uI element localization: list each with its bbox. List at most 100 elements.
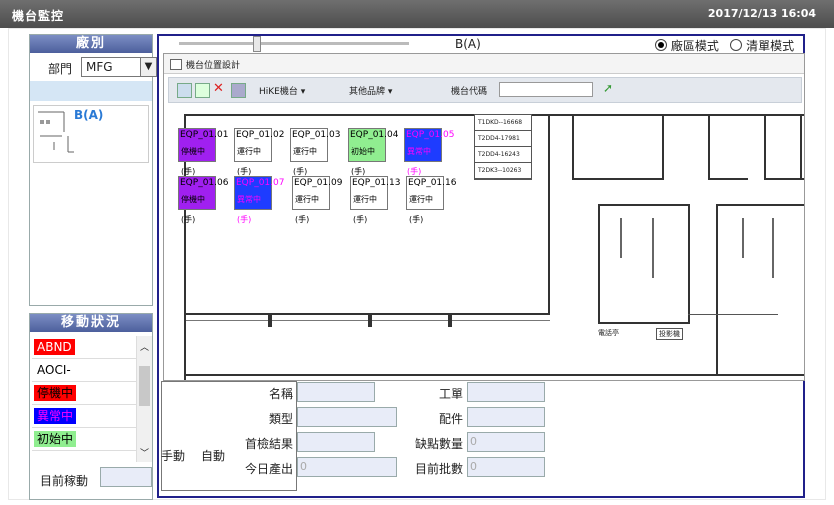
current-utilization-field[interactable]: [100, 467, 152, 487]
type-label: 類型: [268, 412, 293, 426]
machine-mode: (手): [353, 215, 368, 224]
hike-machines-menu[interactable]: HiKE機台 ▾: [259, 84, 305, 97]
movement-panel: 移動狀況 ABND AOCI- 停機中異常中初始中 ︿ ﹀ 目前稼動: [29, 313, 153, 500]
status-swatch: 異常中: [34, 408, 77, 424]
view-title: B(A): [455, 37, 481, 51]
machine-tile[interactable]: EQP_01.16 運行中: [406, 176, 456, 210]
machine-tile[interactable]: EQP_01.06 停機中: [178, 176, 228, 210]
main-view: B(A) 廠區模式 清單模式 機台位置設計 ✕ HiKE機台 ▾ 其他品牌 ▾ …: [157, 34, 805, 498]
status-legend-item: ABND: [32, 336, 136, 359]
machine-code-input[interactable]: [499, 82, 593, 97]
status-legend-item: AOCI-: [32, 359, 136, 382]
machine-tile[interactable]: EQP_01.03 運行中: [290, 128, 340, 162]
zoom-slider[interactable]: [179, 42, 409, 45]
editor-title: 機台位置設計: [186, 61, 241, 71]
selected-factory-row[interactable]: [30, 81, 152, 101]
defect-count-field[interactable]: 0: [467, 432, 545, 452]
dept-select[interactable]: MFG: [81, 57, 141, 77]
machine-code-item[interactable]: T2DD4-16243: [475, 147, 531, 163]
machine-mode: (手): [295, 215, 310, 224]
parts-field[interactable]: [467, 407, 545, 427]
thumbnail-label: B(A): [74, 108, 104, 122]
machine-tile[interactable]: EQP_01.01 停機中: [178, 128, 228, 162]
status-legend: ABND AOCI- 停機中異常中初始中: [32, 336, 136, 462]
machine-code-item[interactable]: T2DD4-17981: [475, 131, 531, 147]
machine-name: EQP_01.06: [180, 178, 229, 188]
machine-name: EQP_01.13: [352, 178, 401, 188]
movement-header: 移動狀況: [30, 314, 152, 332]
machine-tile[interactable]: EQP_01.09 運行中: [292, 176, 342, 210]
machine-tile[interactable]: EQP_01.02 運行中: [234, 128, 284, 162]
machine-code-label: 機台代碼: [451, 87, 488, 97]
status-swatch: 初始中: [34, 431, 77, 447]
manual-label: 手動: [161, 449, 186, 463]
machine-status: 運行中: [237, 147, 261, 156]
editor-titlebar: 機台位置設計: [164, 54, 804, 74]
name-label: 名稱: [268, 387, 293, 401]
chevron-down-icon[interactable]: ▼: [140, 57, 157, 77]
today-output-field[interactable]: 0: [297, 457, 397, 477]
machine-status: 初始中: [351, 147, 375, 156]
machine-name: EQP_01.07: [236, 178, 285, 188]
type-field[interactable]: [297, 407, 397, 427]
room-label: 投影機: [656, 328, 683, 340]
list-mode-label[interactable]: 清單模式: [746, 39, 794, 53]
machine-tile[interactable]: EQP_01.07 異常中: [234, 176, 284, 210]
first-check-field[interactable]: [297, 432, 375, 452]
status-scrollbar[interactable]: ︿ ﹀: [136, 336, 152, 462]
status-swatch: ABND: [34, 339, 75, 355]
delete-icon[interactable]: ✕: [213, 81, 224, 96]
area-mode-label[interactable]: 廠區模式: [671, 39, 719, 53]
save-icon[interactable]: [231, 83, 246, 98]
machine-tile[interactable]: EQP_01.04 初始中: [348, 128, 398, 162]
grid-icon[interactable]: [195, 83, 210, 98]
status-swatch: 停機中: [34, 385, 77, 401]
machine-name: EQP_01.01: [180, 130, 229, 140]
auto-label: 自動: [201, 449, 226, 463]
machine-tile[interactable]: EQP_01.05 異常中: [404, 128, 454, 162]
work-order-field[interactable]: [467, 382, 545, 402]
machine-name: EQP_01.03: [292, 130, 341, 140]
title-bar: 機台監控 2017/12/13 16:04: [0, 0, 834, 28]
current-utilization-label: 目前稼動: [40, 474, 89, 488]
area-mode-radio[interactable]: [655, 39, 667, 51]
machine-status: 異常中: [237, 195, 261, 204]
list-mode-radio[interactable]: [730, 39, 743, 51]
machine-status: 運行中: [295, 195, 319, 204]
first-check-label: 首檢結果: [244, 437, 293, 451]
machine-code-item[interactable]: T1DKD--16668: [475, 115, 531, 131]
machine-code-item[interactable]: T2DK3--10263: [475, 163, 531, 179]
factory-thumbnail[interactable]: B(A): [33, 105, 149, 163]
machine-code-list[interactable]: T1DKD--16668 T2DD4-17981 T2DD4-16243 T2DK3-…: [474, 114, 532, 180]
machine-name: EQP_01.02: [236, 130, 285, 140]
chevron-up-icon[interactable]: ︿: [140, 340, 149, 353]
status-swatch: AOCI-: [34, 362, 74, 378]
machine-mode: (手): [237, 215, 252, 224]
batch-count-label: 目前批數: [414, 462, 463, 476]
other-brands-menu[interactable]: 其他品牌 ▾: [349, 84, 392, 97]
machine-status: 運行中: [353, 195, 377, 204]
factory-header: 廠別: [30, 35, 152, 53]
editor-toolbar: ✕ HiKE機台 ▾ 其他品牌 ▾ 機台代碼 ➚: [168, 77, 802, 103]
zoom-slider-handle[interactable]: [253, 36, 261, 52]
parts-label: 配件: [438, 412, 463, 426]
mode-switch: 廠區模式 清單模式: [655, 37, 794, 54]
batch-count-field[interactable]: 0: [467, 457, 545, 477]
factory-panel: 廠別 部門 MFG ▼ B(A): [29, 34, 157, 306]
machine-name: EQP_01.09: [294, 178, 343, 188]
name-field[interactable]: [297, 382, 375, 402]
machine-name: EQP_01.04: [350, 130, 399, 140]
status-legend-item: 異常中: [32, 405, 136, 428]
status-legend-item: 停機中: [32, 382, 136, 405]
dept-label: 部門: [48, 62, 73, 76]
machine-status: 運行中: [293, 147, 317, 156]
floor-plan: EQP_01.01 停機中 (手) EQP_01.02 運行中 (手) EQP_01.03 運…: [168, 106, 804, 380]
chevron-down-icon[interactable]: ﹀: [140, 446, 149, 459]
scrollbar-thumb[interactable]: [139, 366, 150, 406]
today-output-label: 今日產出: [244, 462, 293, 476]
machine-tile[interactable]: EQP_01.13 運行中: [350, 176, 400, 210]
room-label: 電話亭: [598, 329, 619, 337]
move-icon[interactable]: [177, 83, 192, 98]
machine-status: 停機中: [181, 195, 205, 204]
add-icon[interactable]: ➚: [603, 81, 613, 95]
